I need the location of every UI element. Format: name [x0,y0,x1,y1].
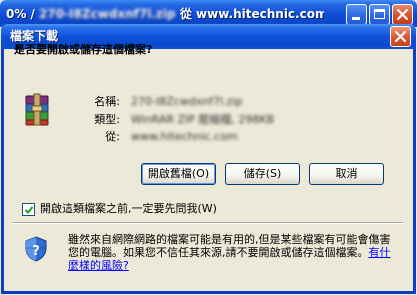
outer-title-suffix: 從 www.hitechnic.com 已完成 [179,7,324,21]
save-button[interactable]: 儲存(S) [225,163,300,185]
dialog-close-button[interactable] [390,26,411,47]
download-screen: 0% / 270-I8Zcwdxnf7l.zip 從 www.hitechnic… [0,0,417,295]
outer-close-button[interactable] [392,4,413,25]
outer-window-title: 0% / 270-I8Zcwdxnf7l.zip 從 www.hitechnic… [6,6,324,22]
dialog-question: 是否要開啟或儲存這個檔案? [14,43,153,56]
minimize-button[interactable] [346,4,367,25]
maximize-button[interactable] [369,4,390,25]
warning-text: 雖然來自網際網路的檔案可能是有用的,但是某些檔案有可能會傷害您的電腦。如果您不信… [68,233,391,259]
outer-window-titlebar: 0% / 270-I8Zcwdxnf7l.zip 從 www.hitechnic… [0,0,417,27]
open-button[interactable]: 開啟舊檔(O) [141,163,216,185]
always-ask-checkbox[interactable] [22,203,35,216]
security-shield-icon: ? [25,236,47,262]
maximize-icon [374,9,385,19]
svg-text:?: ? [32,244,40,259]
checkmark-icon [24,206,34,214]
always-ask-label[interactable]: 開啟這類檔案之前,一定要先問我(W) [40,202,217,216]
from-value: www.hitechnic.com [131,130,238,143]
separator [12,222,403,224]
from-label: 從: [105,130,120,143]
name-label: 名稱: [94,95,120,108]
name-value: 270-I8Zcwdxnf7l.zip [131,95,243,108]
type-value: WinRAR ZIP 壓縮檔, 298KB [131,113,275,126]
outer-title-filename: 270-I8Zcwdxnf7l.zip [39,7,176,21]
outer-title-prefix: 0% / [6,7,35,21]
winrar-archive-icon [25,93,49,126]
cancel-button[interactable]: 取消 [309,163,384,185]
type-label: 類型: [94,113,120,126]
close-icon [397,9,408,20]
security-warning: 雖然來自網際網路的檔案可能是有用的,但是某些檔案有可能會傷害您的電腦。如果您不信… [68,233,398,272]
close-icon [395,31,406,42]
minimize-icon [352,17,360,20]
